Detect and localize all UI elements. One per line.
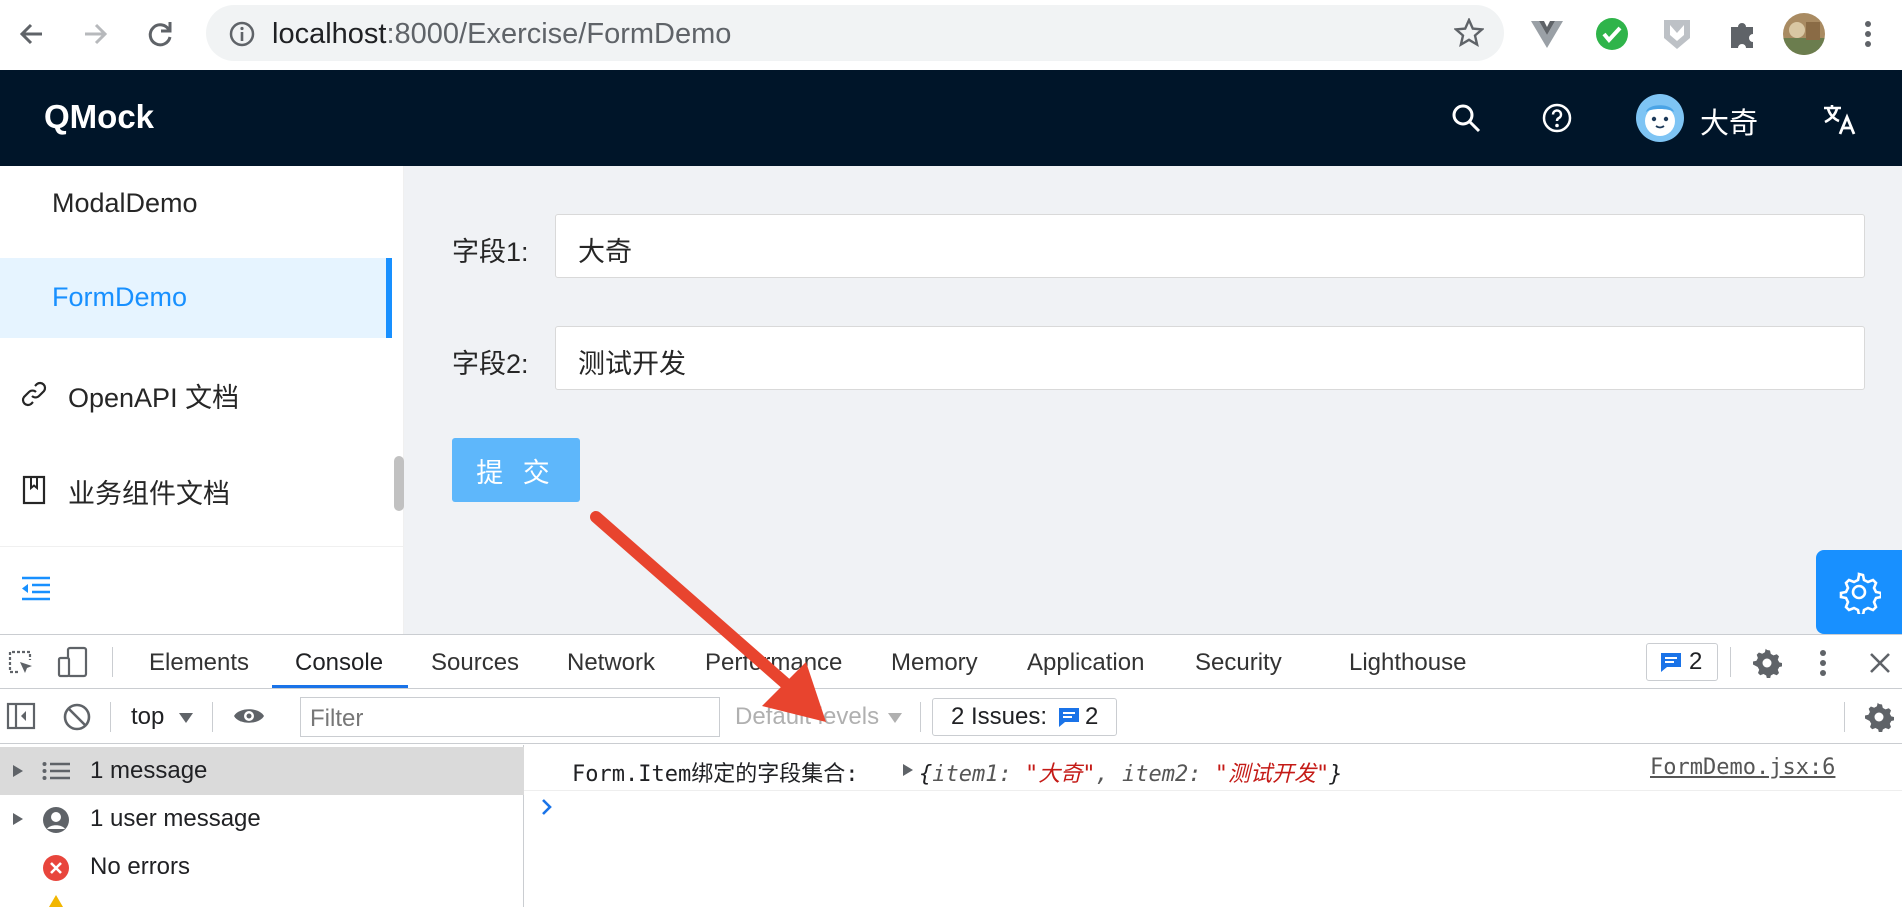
live-expression-eye-icon[interactable] [232,704,266,728]
main-content: 字段1: 大奇 字段2: 测试开发 提 交 [404,166,1902,634]
extensions-puzzle-icon[interactable] [1720,12,1764,56]
submit-button[interactable]: 提 交 [452,438,580,502]
user-name[interactable]: 大奇 [1700,100,1758,142]
warning-icon [42,895,70,907]
sidebar-collapse-row [0,546,404,634]
toolbar-divider [1730,647,1731,677]
errors-filter-row[interactable]: No errors [0,843,524,891]
tab-elements[interactable]: Elements [149,649,249,677]
clear-console-icon[interactable] [62,702,92,732]
devtools-settings-gear-icon[interactable] [1752,648,1782,678]
messages-filter-row[interactable]: 1 message [0,747,524,795]
user-messages-filter-row[interactable]: 1 user message [0,795,524,843]
message-count-badge[interactable]: 2 [1646,643,1718,681]
tab-network[interactable]: Network [567,649,655,677]
field2-value: 测试开发 [578,349,686,379]
back-icon[interactable] [10,12,54,56]
log-levels-dropdown[interactable]: Default levels [735,703,879,731]
user-avatar[interactable] [1636,94,1684,142]
log-object-preview[interactable]: {item1: "大奇", item2: "测试开发"} [919,756,1342,788]
console-sidebar: 1 message 1 user message No errors [0,745,524,907]
sidebar-item-label: OpenAPI 文档 [68,383,240,413]
console-filter-input[interactable]: Filter [300,697,720,737]
gear-icon [1837,570,1881,614]
app-header: QMock 大奇 [0,70,1902,166]
console-settings-gear-icon[interactable] [1864,702,1894,732]
green-check-extension-icon[interactable] [1590,12,1634,56]
issue-icon [1057,706,1081,728]
issues-button[interactable]: 2 Issues: 2 [932,698,1117,736]
sidebar-item-modaldemo[interactable]: ModalDemo [0,166,392,246]
url-text: localhost:8000/Exercise/FormDemo [272,18,732,50]
toolbar-divider [212,702,213,732]
devtools-more-icon[interactable] [1818,648,1828,678]
log-message-text: Form.Item绑定的字段集合: [572,762,859,787]
field2-input[interactable]: 测试开发 [555,326,1865,390]
devtools-tabbar: Elements Console Sources Network Perform… [0,635,1902,689]
user-circle-icon [42,806,70,834]
log-source-link[interactable]: FormDemo.jsx:6 [1650,755,1835,780]
site-info-icon[interactable] [228,20,256,48]
browser-menu-icon[interactable] [1846,12,1890,56]
toolbar-divider [110,702,111,732]
sidebar-item-openapi-docs[interactable]: OpenAPI 文档 [0,354,392,434]
device-toolbar-icon[interactable] [56,646,90,678]
context-selector[interactable]: top [131,703,164,731]
forward-icon[interactable] [73,12,117,56]
language-translate-icon[interactable] [1821,101,1857,137]
devtools-close-icon[interactable] [1868,651,1892,675]
reload-icon[interactable] [138,12,182,56]
menu-fold-icon[interactable] [20,575,52,603]
search-icon[interactable] [1450,102,1482,134]
tab-memory[interactable]: Memory [891,649,978,677]
bookmark-star-icon[interactable] [1454,18,1484,48]
tab-application[interactable]: Application [1027,649,1144,677]
sidebar-item-formdemo[interactable]: FormDemo [0,258,392,338]
shield-extension-icon[interactable] [1655,12,1699,56]
field1-input[interactable]: 大奇 [555,214,1865,278]
error-icon [42,854,70,882]
address-bar[interactable]: localhost:8000/Exercise/FormDemo [206,5,1504,61]
field2-label: 字段2: [452,349,529,379]
dropdown-arrow-icon [178,712,194,724]
app-logo-title[interactable]: QMock [44,98,154,136]
vue-devtools-extension-icon[interactable] [1525,12,1569,56]
tab-performance[interactable]: Performance [705,649,842,677]
devtools-panel: Elements Console Sources Network Perform… [0,634,1902,907]
expand-arrow-icon[interactable] [12,764,24,778]
active-tab-indicator [272,685,408,688]
sidebar-item-label: 业务组件文档 [68,479,230,509]
show-sidebar-icon[interactable] [6,702,36,730]
sidebar-item-business-docs[interactable]: 业务组件文档 [0,450,392,530]
tab-sources[interactable]: Sources [431,649,519,677]
toolbar-divider [112,647,113,677]
sidebar-item-label: ModalDemo [52,188,198,218]
tab-console[interactable]: Console [295,649,383,677]
console-log-entry: Form.Item绑定的字段集合: {item1: "大奇", item2: "… [524,745,1902,791]
console-toolbar: top Filter Default levels 2 Issues: 2 [0,690,1902,744]
tab-security[interactable]: Security [1195,649,1282,677]
tab-lighthouse[interactable]: Lighthouse [1349,649,1466,677]
list-icon [42,761,70,781]
console-prompt-icon[interactable] [540,798,554,816]
toolbar-divider [920,702,921,732]
browser-toolbar: localhost:8000/Exercise/FormDemo [0,0,1902,70]
book-icon [22,475,46,505]
settings-drawer-button[interactable] [1816,550,1902,634]
sidebar-scrollbar[interactable] [394,456,404,511]
toolbar-divider [1844,702,1845,732]
message-icon [1659,651,1683,673]
expand-arrow-icon[interactable] [12,812,24,826]
profile-avatar-icon[interactable] [1782,12,1826,56]
field1-value: 大奇 [578,237,632,267]
inspect-element-icon[interactable] [6,648,36,678]
sidebar-item-label: FormDemo [52,282,188,312]
sidebar-menu: ModalDemo FormDemo OpenAPI 文档 业务组件文档 [0,166,404,634]
link-icon [20,380,48,408]
object-expand-arrow-icon[interactable] [902,763,914,777]
help-icon[interactable] [1541,102,1573,134]
levels-dropdown-arrow-icon [887,712,903,724]
field1-label: 字段1: [452,237,529,267]
